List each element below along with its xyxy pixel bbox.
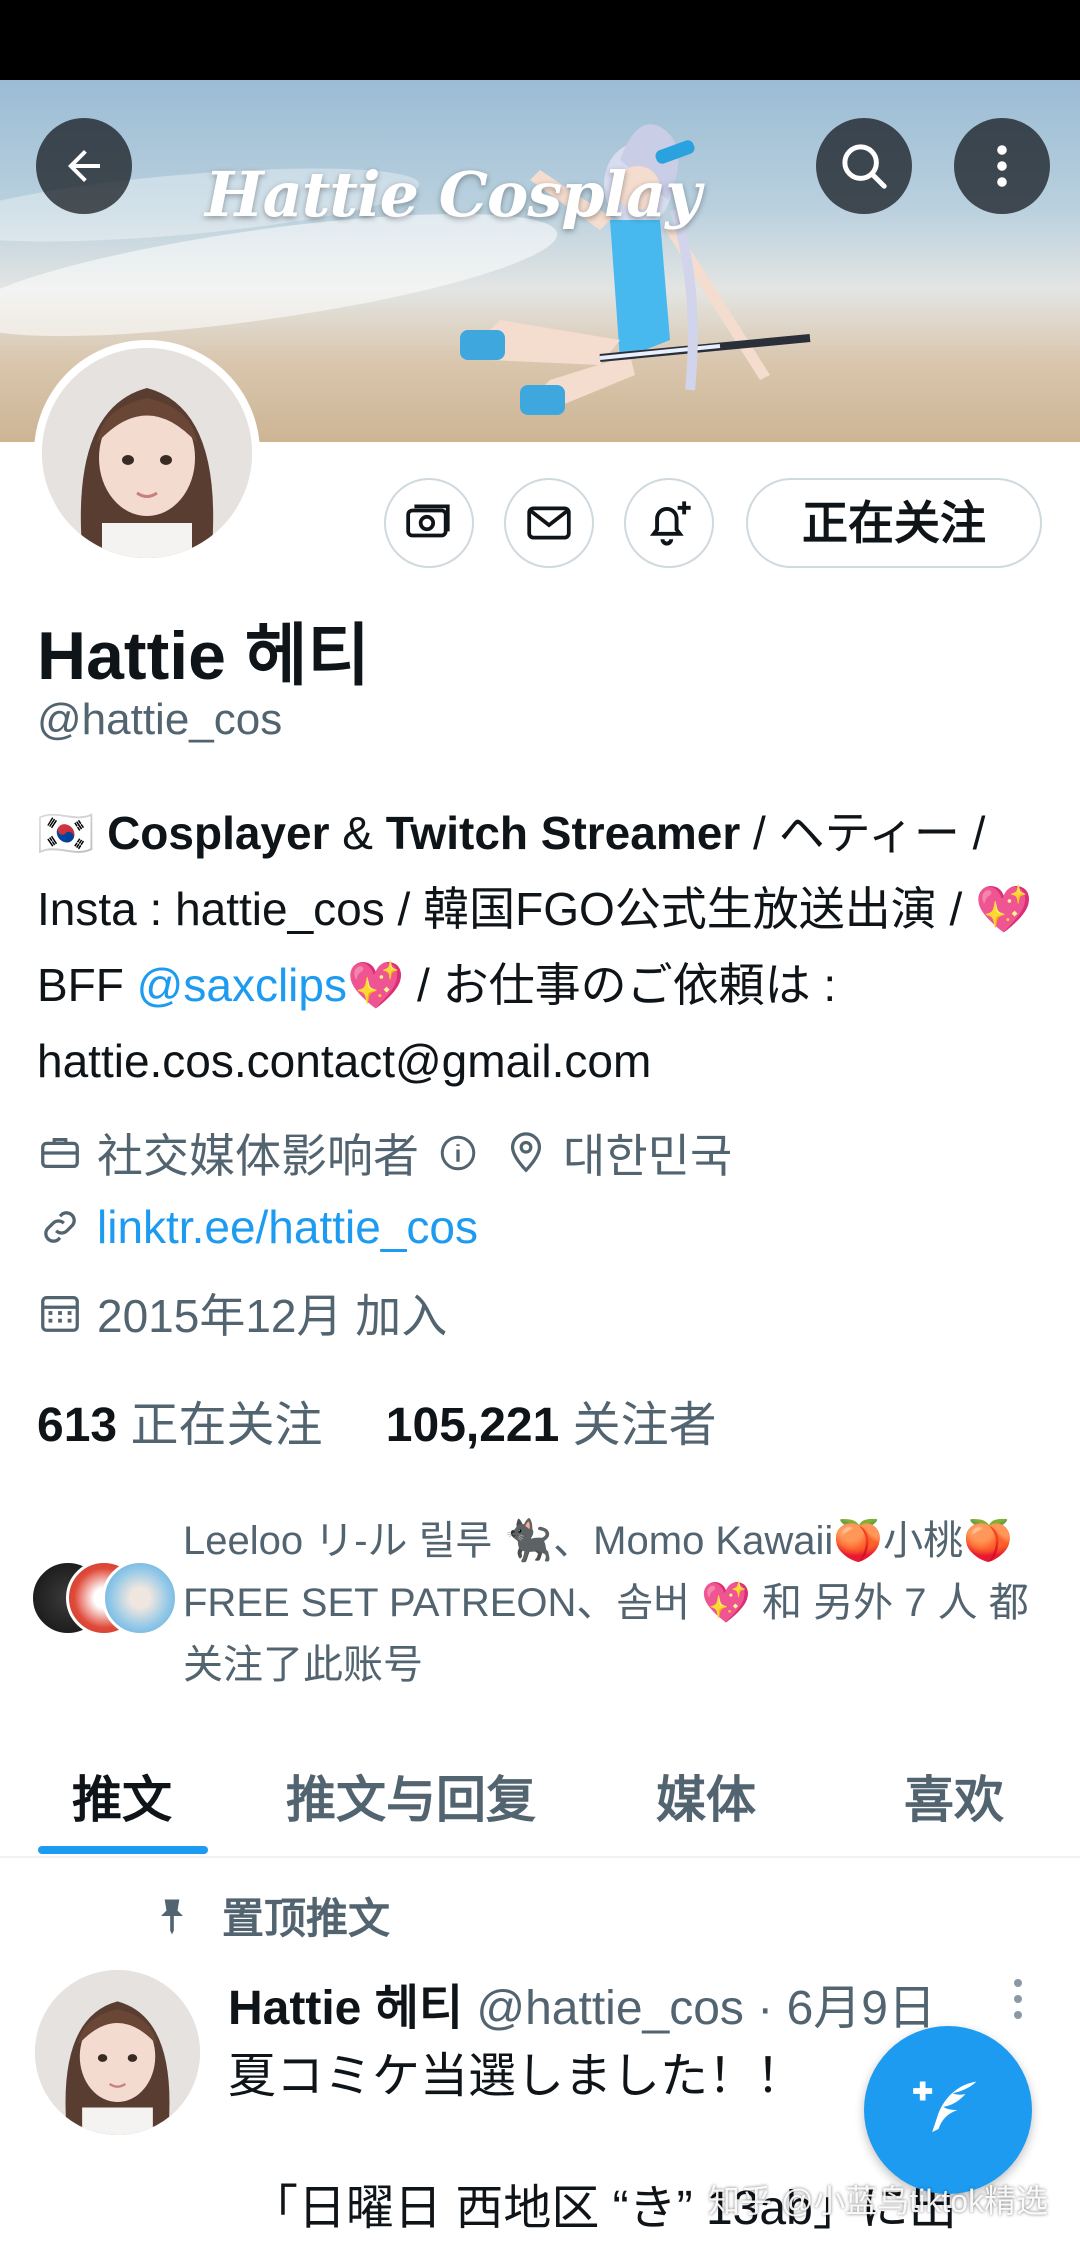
status-bar — [0, 0, 1080, 80]
pinned-label-row: 置顶推文 — [150, 1885, 390, 1946]
banner-title: Hattie Cosplay — [205, 158, 701, 231]
followers-stat[interactable]: 105,221 关注者 — [386, 1399, 717, 1452]
profile-location: 대한민국 — [563, 1130, 733, 1182]
tweet-author-handle[interactable]: @hattie_cos — [476, 1982, 744, 2035]
money-icon — [406, 504, 450, 538]
tweet-more-icon[interactable] — [1008, 1975, 1028, 2023]
following-label: 正在关注 — [130, 1399, 323, 1452]
feather-plus-icon — [913, 2081, 977, 2133]
link-icon — [44, 1211, 76, 1243]
followers-label: 关注者 — [572, 1399, 717, 1452]
tab-tweets[interactable]: 推文 — [72, 1760, 172, 1832]
search-button[interactable] — [816, 118, 912, 214]
followers-count: 105,221 — [385, 1399, 560, 1452]
pinned-label: 置顶推文 — [222, 1895, 391, 1942]
tweet-author-avatar[interactable] — [35, 1970, 200, 2135]
arrow-left-icon — [68, 150, 100, 182]
heart-icon: 💖 — [975, 883, 1033, 935]
mail-icon — [527, 506, 571, 540]
more-vertical-icon — [997, 145, 1007, 187]
active-tab-indicator — [38, 1846, 208, 1854]
search-icon — [842, 144, 887, 189]
tweet-date[interactable]: 6月9日 — [787, 1982, 936, 2035]
tweet-text-line1: 夏コミケ当選しました！！ — [228, 2050, 805, 2103]
briefcase-icon — [41, 1137, 79, 1169]
profile-handle: @hattie_cos — [37, 695, 283, 744]
avatar-portrait — [35, 1970, 200, 2135]
compose-tweet-button[interactable] — [864, 2026, 1032, 2194]
heart-icon: 💖 — [346, 959, 405, 1011]
avatar-portrait — [42, 348, 252, 558]
profile-name: Hattie 헤티 — [37, 618, 370, 694]
profile-joined-date: 2015年12月 加入 — [97, 1290, 448, 1342]
info-icon[interactable] — [437, 1132, 479, 1174]
pin-icon — [161, 1899, 183, 1934]
profile-tabs: 推文 推文与回复 媒体 喜欢 — [0, 1742, 1080, 1858]
banner-cosplay-figure — [460, 124, 811, 415]
profile-avatar[interactable] — [34, 340, 260, 566]
bio-mention-link[interactable]: @saxclips — [137, 959, 347, 1011]
more-options-button[interactable] — [954, 118, 1050, 214]
tip-button[interactable] — [384, 478, 474, 568]
profile-meta-link-row: linktr.ee/hattie_cos — [37, 1200, 478, 1254]
profile-website-link[interactable]: linktr.ee/hattie_cos — [97, 1200, 478, 1254]
mutual-avatars — [30, 1560, 180, 1636]
tab-media[interactable]: 媒体 — [656, 1760, 756, 1832]
profile-stats: 613 正在关注 105,221 关注者 — [37, 1385, 717, 1455]
bio-text-amp: & — [329, 807, 386, 859]
bio-text-bff: BFF — [37, 959, 137, 1011]
profile-category: 社交媒体影响者 — [97, 1130, 419, 1182]
back-button[interactable] — [36, 118, 132, 214]
profile-bio: 🇰🇷 Cosplayer & Twitch Streamer / ヘティー / … — [37, 795, 1047, 1099]
tab-tweets-replies[interactable]: 推文与回复 — [286, 1760, 536, 1832]
bio-cosplayer: Cosplayer — [107, 807, 330, 859]
profile-meta-category-row: 社交媒体影响者 대한민국 — [37, 1120, 732, 1186]
mutual-avatar — [102, 1560, 178, 1636]
notification-button[interactable] — [624, 478, 714, 568]
calendar-icon — [41, 1296, 79, 1332]
tweet-separator: · — [743, 1982, 787, 2035]
tweet-header: Hattie 헤티 @hattie_cos · 6月9日 — [228, 1968, 936, 2038]
message-button[interactable] — [504, 478, 594, 568]
watermark: 知乎 @小蓝鸟tiktok精选 — [708, 2183, 1049, 2219]
location-pin-icon — [510, 1132, 542, 1173]
tab-likes[interactable]: 喜欢 — [904, 1760, 1004, 1832]
profile-meta-joined-row: 2015年12月 加入 — [37, 1280, 447, 1346]
following-count: 613 — [37, 1399, 118, 1452]
korea-flag-icon: 🇰🇷 — [37, 807, 95, 859]
bell-plus-icon — [649, 501, 691, 546]
following-stat[interactable]: 613 正在关注 — [37, 1399, 322, 1452]
bio-streamer: Twitch Streamer — [385, 807, 741, 859]
tweet-author-name[interactable]: Hattie 헤티 — [228, 1982, 463, 2035]
followed-by-text: Leeloo リ-ル 릴루 🐈‍⬛、Momo Kawaii🍑小桃🍑 FREE S… — [183, 1519, 1029, 1687]
following-button[interactable]: 正在关注 — [746, 478, 1042, 568]
